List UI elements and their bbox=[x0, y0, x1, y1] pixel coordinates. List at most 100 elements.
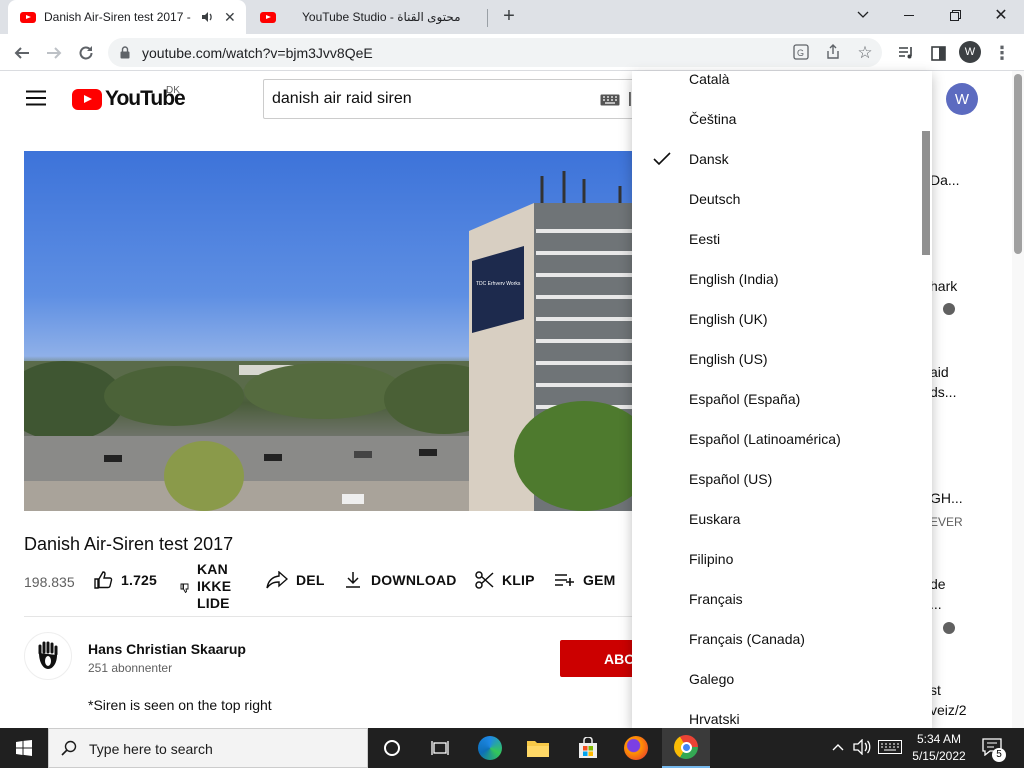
account-avatar[interactable]: W bbox=[946, 83, 978, 115]
save-button[interactable]: GEM bbox=[554, 570, 616, 590]
url-text[interactable]: youtube.com/watch?v=bjm3Jvv8QeE bbox=[142, 45, 373, 61]
forward-button[interactable] bbox=[40, 39, 68, 67]
windows-icon bbox=[16, 740, 32, 756]
language-option-selected[interactable]: Dansk bbox=[632, 139, 922, 179]
tab-title: YouTube Studio - محتوى القناة bbox=[302, 10, 461, 24]
video-player[interactable]: TDC Erhverv Works bbox=[24, 151, 632, 511]
language-option[interactable]: Français (Canada) bbox=[632, 619, 922, 659]
language-option[interactable]: English (India) bbox=[632, 259, 922, 299]
translate-icon[interactable]: G bbox=[792, 44, 810, 62]
language-option[interactable]: Español (US) bbox=[632, 459, 922, 499]
media-icon bbox=[899, 47, 912, 59]
reload-button[interactable] bbox=[72, 39, 100, 67]
star-icon[interactable]: ☆ bbox=[856, 44, 874, 62]
like-button[interactable]: 1.725 bbox=[93, 570, 157, 590]
chrome-app[interactable] bbox=[662, 728, 710, 768]
start-button[interactable] bbox=[0, 728, 48, 768]
lock-icon[interactable] bbox=[120, 46, 130, 59]
related-title-fragment[interactable]: hark bbox=[930, 278, 957, 294]
chevron-up-icon[interactable] bbox=[832, 743, 844, 751]
task-view-button[interactable] bbox=[416, 728, 464, 768]
page-scrollbar-thumb[interactable] bbox=[1014, 74, 1022, 254]
audio-playing-icon[interactable] bbox=[200, 10, 214, 24]
hand-logo-icon bbox=[38, 641, 58, 669]
firefox-app[interactable] bbox=[612, 728, 660, 768]
forward-icon bbox=[47, 47, 62, 59]
language-option[interactable]: Filipino bbox=[632, 539, 922, 579]
share-icon[interactable] bbox=[824, 44, 842, 62]
tab-youtube-studio[interactable]: YouTube Studio - محتوى القناة bbox=[248, 0, 486, 34]
chevron-down-icon bbox=[857, 11, 869, 18]
edge-app[interactable] bbox=[466, 728, 514, 768]
close-tab-icon[interactable]: ✕ bbox=[224, 9, 236, 26]
tab-title: Danish Air-Siren test 2017 - bbox=[44, 10, 191, 24]
profile-avatar[interactable]: W bbox=[959, 41, 981, 63]
language-option[interactable]: Eesti bbox=[632, 219, 922, 259]
tab-search-button[interactable] bbox=[840, 0, 886, 30]
language-option[interactable]: Galego bbox=[632, 659, 922, 699]
related-title-fragment[interactable]: Da... bbox=[930, 172, 960, 188]
clip-button[interactable]: KLIP bbox=[474, 570, 535, 590]
language-option[interactable]: English (UK) bbox=[632, 299, 922, 339]
related-title-fragment[interactable]: GH... bbox=[930, 490, 963, 506]
share-arrow-icon bbox=[266, 571, 288, 589]
back-icon bbox=[14, 47, 29, 59]
new-tab-button[interactable]: + bbox=[498, 5, 520, 27]
youtube-favicon-icon bbox=[20, 11, 36, 23]
cortana-button[interactable] bbox=[368, 728, 416, 768]
language-option[interactable]: Euskara bbox=[632, 499, 922, 539]
chrome-icon bbox=[674, 735, 698, 759]
omnibox[interactable]: youtube.com/watch?v=bjm3Jvv8QeE G ☆ bbox=[108, 38, 882, 67]
language-option[interactable]: Català bbox=[632, 71, 922, 99]
taskbar-search-box[interactable]: Type here to search bbox=[48, 728, 368, 768]
language-option[interactable]: Hrvatski bbox=[632, 699, 922, 728]
system-clock[interactable]: 5:34 AM 5/15/2022 bbox=[908, 731, 970, 765]
volume-icon[interactable] bbox=[853, 739, 871, 755]
media-controls-button[interactable] bbox=[892, 39, 920, 67]
restore-button[interactable] bbox=[932, 0, 978, 30]
like-count: 1.725 bbox=[121, 572, 158, 588]
language-option[interactable]: Čeština bbox=[632, 99, 922, 139]
channel-avatar[interactable] bbox=[24, 632, 72, 680]
kebab-icon[interactable]: ⋮ bbox=[988, 39, 1016, 67]
region-code: DK bbox=[166, 85, 180, 96]
keyboard-icon[interactable] bbox=[600, 94, 620, 106]
view-count: 198.835 bbox=[24, 574, 75, 590]
search-input[interactable]: danish air raid siren | bbox=[263, 79, 643, 119]
notification-center-button[interactable]: 5 bbox=[980, 736, 1010, 762]
close-window-button[interactable]: ✕ bbox=[978, 0, 1024, 30]
language-option[interactable]: Français bbox=[632, 579, 922, 619]
language-option[interactable]: Deutsch bbox=[632, 179, 922, 219]
search-query[interactable]: danish air raid siren bbox=[272, 90, 412, 108]
sidepanel-icon bbox=[930, 45, 946, 61]
cortana-icon bbox=[384, 740, 400, 756]
language-menu-scrollbar-thumb[interactable] bbox=[922, 131, 930, 255]
download-button[interactable]: DOWNLOAD bbox=[345, 570, 457, 590]
subscribe-button[interactable]: ABONNE bbox=[560, 640, 640, 677]
related-title-fragment[interactable]: de bbox=[930, 576, 946, 592]
keyboard-tray-icon[interactable] bbox=[878, 740, 902, 754]
language-option[interactable]: Español (España) bbox=[632, 379, 922, 419]
download-label: DOWNLOAD bbox=[371, 572, 457, 588]
tab-danish-air-siren[interactable]: Danish Air-Siren test 2017 - ✕ bbox=[8, 0, 246, 34]
back-button[interactable] bbox=[8, 39, 36, 67]
store-app[interactable] bbox=[564, 728, 612, 768]
channel-name[interactable]: Hans Christian Skaarup bbox=[88, 641, 246, 657]
related-title-fragment[interactable]: veiz/2 bbox=[930, 702, 967, 718]
video-title: Danish Air-Siren test 2017 bbox=[24, 534, 234, 554]
dislike-icon[interactable] bbox=[180, 580, 189, 598]
related-title-fragment[interactable]: ds... bbox=[930, 384, 956, 400]
related-title-fragment[interactable]: aid bbox=[930, 364, 949, 380]
restore-icon bbox=[949, 9, 961, 21]
dislike-button[interactable]: KAN IKKE LIDE bbox=[197, 561, 231, 612]
hamburger-menu-icon[interactable] bbox=[26, 90, 46, 106]
language-option[interactable]: English (US) bbox=[632, 339, 922, 379]
share-button[interactable]: DEL bbox=[266, 570, 325, 590]
file-explorer-app[interactable] bbox=[514, 728, 562, 768]
minimize-button[interactable] bbox=[886, 0, 932, 30]
language-option[interactable]: Español (Latinoamérica) bbox=[632, 419, 922, 459]
add-list-icon bbox=[555, 574, 574, 586]
related-channel-fragment: EVER bbox=[930, 515, 963, 529]
side-panel-button[interactable] bbox=[924, 39, 952, 67]
billboard-text: TDC Erhverv Works bbox=[476, 281, 521, 287]
